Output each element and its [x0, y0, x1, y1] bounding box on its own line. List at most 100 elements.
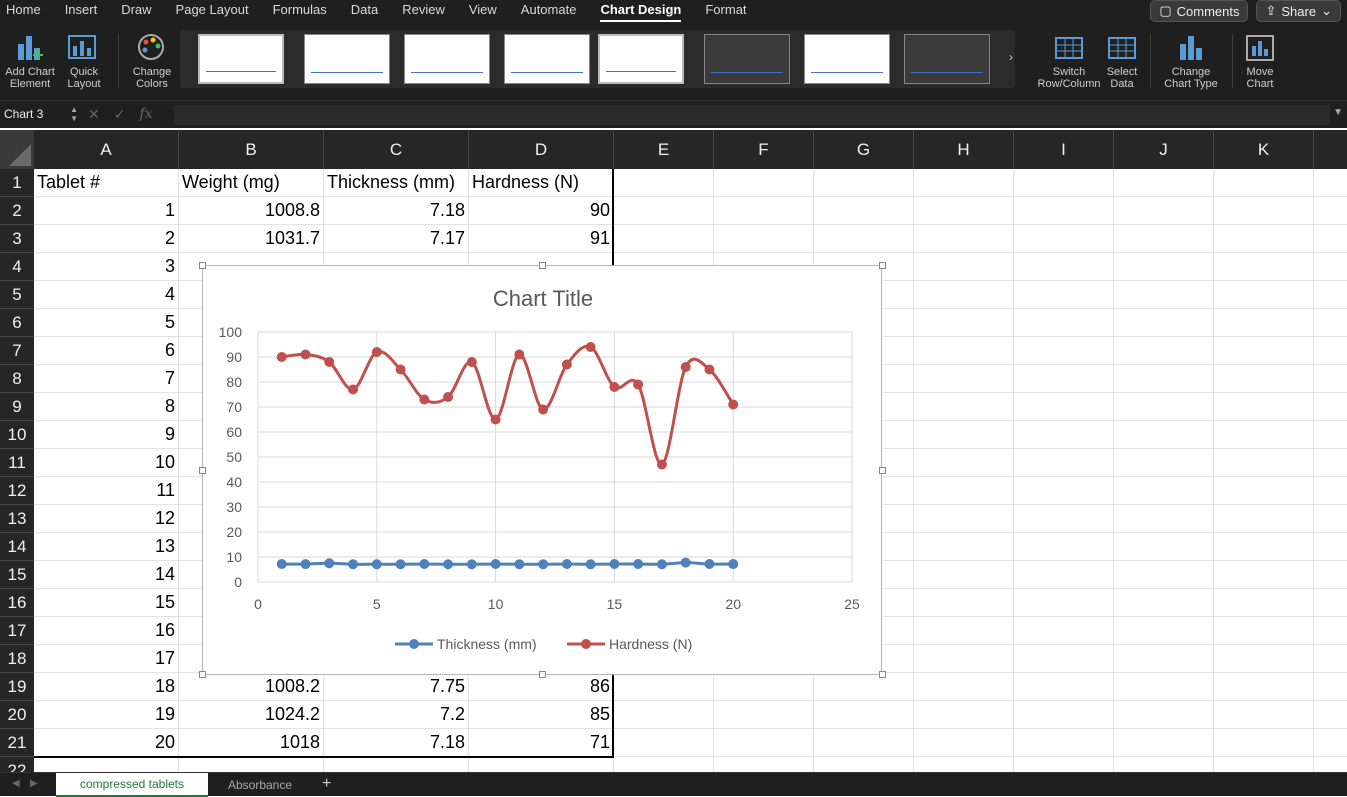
cell[interactable]: [914, 561, 1014, 589]
cell[interactable]: [914, 197, 1014, 225]
cell[interactable]: 1: [34, 197, 179, 225]
cell[interactable]: [1014, 197, 1114, 225]
cell[interactable]: 12: [34, 505, 179, 533]
cell[interactable]: Thickness (mm): [324, 169, 469, 197]
row-header-17[interactable]: 17: [0, 617, 34, 645]
cell[interactable]: [1214, 505, 1314, 533]
cell[interactable]: [1014, 757, 1114, 772]
cell[interactable]: [1214, 617, 1314, 645]
cell[interactable]: [614, 197, 714, 225]
cell[interactable]: 20: [34, 729, 179, 757]
row-header-9[interactable]: 9: [0, 393, 34, 421]
resize-handle[interactable]: [879, 262, 886, 269]
tab-data[interactable]: Data: [351, 0, 378, 22]
cell[interactable]: [914, 309, 1014, 337]
cell[interactable]: 16: [34, 617, 179, 645]
cell[interactable]: [1214, 197, 1314, 225]
row-header-1[interactable]: 1: [0, 169, 34, 197]
cell[interactable]: [1014, 477, 1114, 505]
row-header-12[interactable]: 12: [0, 477, 34, 505]
row-header-15[interactable]: 15: [0, 561, 34, 589]
embedded-chart[interactable]: Chart Title 0 10 20 30 40 50 60 70 80 90 100 0 5 10 15 2…: [199, 262, 886, 678]
cell[interactable]: [1214, 253, 1314, 281]
cell[interactable]: [914, 505, 1014, 533]
cell[interactable]: [1214, 701, 1314, 729]
tab-draw[interactable]: Draw: [121, 0, 151, 22]
cell[interactable]: [614, 225, 714, 253]
cell[interactable]: [714, 673, 814, 701]
gallery-next-icon[interactable]: ›: [1009, 50, 1013, 64]
column-header-A[interactable]: A: [34, 130, 179, 169]
cell[interactable]: 18: [34, 673, 179, 701]
cell[interactable]: 85: [469, 701, 614, 729]
cell[interactable]: [1314, 281, 1347, 309]
row-header-6[interactable]: 6: [0, 309, 34, 337]
tab-chart-design[interactable]: Chart Design: [600, 0, 682, 22]
prev-sheet-icon[interactable]: ◀: [12, 778, 20, 789]
resize-handle[interactable]: [879, 671, 886, 678]
cell[interactable]: 5: [34, 309, 179, 337]
cell[interactable]: [914, 449, 1014, 477]
resize-handle[interactable]: [539, 262, 546, 269]
cell[interactable]: [1314, 673, 1347, 701]
cell[interactable]: [1314, 253, 1347, 281]
row-header-3[interactable]: 3: [0, 225, 34, 253]
cell[interactable]: [1314, 617, 1347, 645]
cell[interactable]: 13: [34, 533, 179, 561]
cell[interactable]: Weight (mg): [179, 169, 324, 197]
cell[interactable]: [1214, 281, 1314, 309]
cell[interactable]: [1014, 561, 1114, 589]
chart-style-6[interactable]: [704, 34, 790, 84]
cell[interactable]: [1214, 757, 1314, 772]
cell[interactable]: [814, 757, 914, 772]
row-header-14[interactable]: 14: [0, 533, 34, 561]
cell[interactable]: [1214, 645, 1314, 673]
cell[interactable]: [1214, 309, 1314, 337]
cell[interactable]: [324, 757, 469, 772]
cell[interactable]: [814, 729, 914, 757]
cell[interactable]: [1114, 477, 1214, 505]
cell[interactable]: [714, 729, 814, 757]
cell[interactable]: [1114, 617, 1214, 645]
confirm-icon[interactable]: ✓: [114, 106, 126, 123]
cell[interactable]: [1114, 589, 1214, 617]
tab-format[interactable]: Format: [705, 0, 746, 22]
cell[interactable]: [1014, 281, 1114, 309]
cell[interactable]: [814, 225, 914, 253]
chart-style-1[interactable]: [198, 34, 284, 84]
cell[interactable]: [814, 169, 914, 197]
cell[interactable]: [1314, 337, 1347, 365]
cell[interactable]: 91: [469, 225, 614, 253]
cell[interactable]: [1314, 309, 1347, 337]
cell[interactable]: [469, 757, 614, 772]
cell[interactable]: [1114, 673, 1214, 701]
cell[interactable]: 1018: [179, 729, 324, 757]
resize-handle[interactable]: [539, 671, 546, 678]
cell[interactable]: [614, 169, 714, 197]
cell[interactable]: [1314, 645, 1347, 673]
cell[interactable]: [1014, 421, 1114, 449]
cell[interactable]: [1314, 757, 1347, 772]
select-all-corner[interactable]: [0, 130, 34, 169]
quick-layout-button[interactable]: Quick Layout: [62, 32, 106, 90]
cell[interactable]: [914, 617, 1014, 645]
resize-handle[interactable]: [879, 467, 886, 474]
cell[interactable]: [714, 225, 814, 253]
cell[interactable]: [1314, 701, 1347, 729]
chart-style-5[interactable]: [598, 34, 684, 84]
column-header-E[interactable]: E: [614, 130, 714, 169]
cell[interactable]: [1314, 393, 1347, 421]
next-sheet-icon[interactable]: ▶: [30, 778, 38, 789]
cell[interactable]: [1014, 505, 1114, 533]
cell[interactable]: [1214, 561, 1314, 589]
comments-button[interactable]: ▢ Comments: [1150, 0, 1249, 22]
name-box[interactable]: Chart 3 ▲ ▼: [2, 105, 80, 125]
cell[interactable]: [714, 169, 814, 197]
cell[interactable]: 1031.7: [179, 225, 324, 253]
cell[interactable]: [1114, 337, 1214, 365]
cell[interactable]: [1214, 365, 1314, 393]
cell[interactable]: [1214, 589, 1314, 617]
cell[interactable]: 7: [34, 365, 179, 393]
cell[interactable]: [914, 757, 1014, 772]
cell[interactable]: 14: [34, 561, 179, 589]
